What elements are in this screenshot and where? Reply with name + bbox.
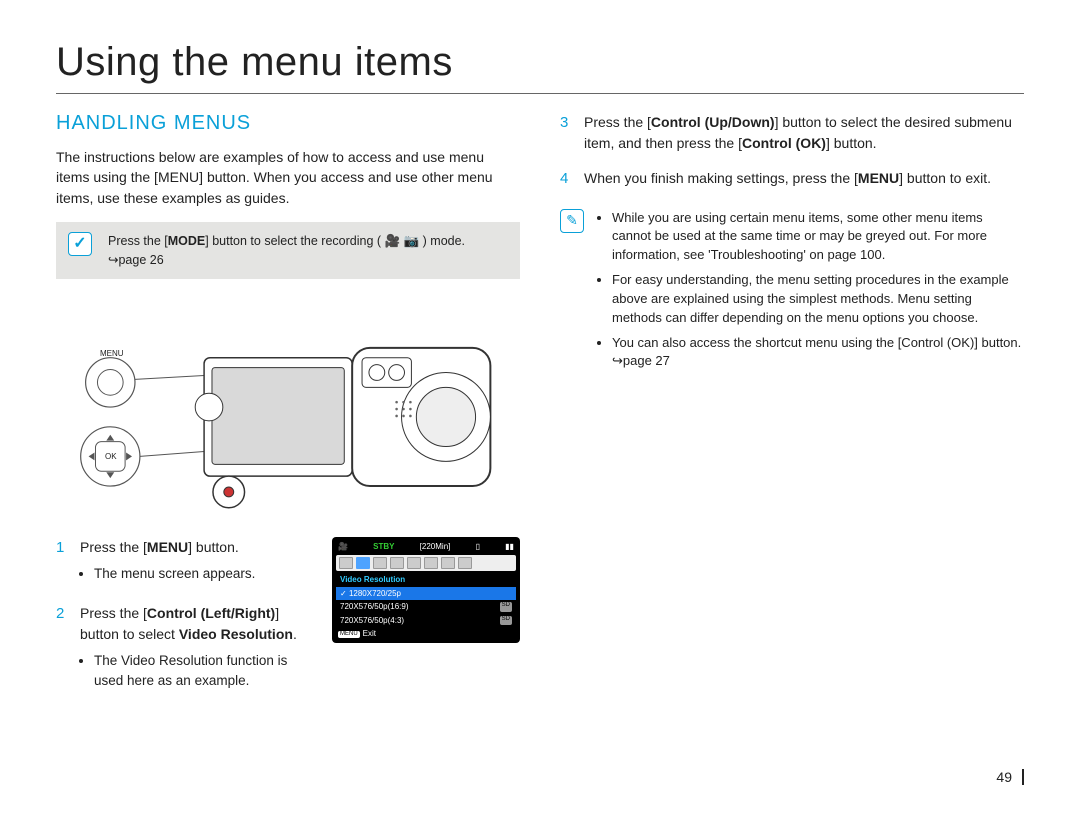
step-body: When you finish making settings, press t… (584, 168, 1024, 191)
page-ref: ↪page 26 (108, 253, 164, 267)
menu-label: MENU (100, 349, 124, 358)
mode-tip-text: Press the [MODE] button to select the re… (108, 232, 506, 270)
step-number: 4 (560, 168, 574, 191)
right-steps: 3 Press the [Control (Up/Down)] button t… (560, 112, 1024, 191)
intro-paragraph: The instructions below are examples of h… (56, 147, 520, 208)
video-icon: 🎥 (385, 234, 401, 248)
lcd-menu-item[interactable]: ✓ 1280X720/25p (336, 587, 516, 601)
step-3: 3 Press the [Control (Up/Down)] button t… (560, 112, 1024, 154)
rec-icon: 🎥 (338, 542, 348, 552)
camera-lcd-mock: 🎥 STBY [220Min] ▯ ▮▮ Video Resolution ✓ … (332, 537, 520, 643)
lcd-exit-label: Exit (363, 629, 376, 639)
right-column: 3 Press the [Control (Up/Down)] button t… (560, 112, 1024, 709)
lcd-menu-header: Video Resolution (336, 573, 516, 587)
step-2: 2 Press the [Control (Left/Right)] butto… (56, 603, 320, 696)
battery-icon: ▮▮ (505, 542, 514, 552)
stby-indicator: STBY (373, 542, 394, 552)
step-number: 1 (56, 537, 70, 588)
manual-page: Using the menu items HANDLING MENUS The … (0, 0, 1080, 825)
notes-list: While you are using certain menu items, … (596, 209, 1024, 378)
step-body: Press the [MENU] button. The menu screen… (80, 537, 320, 588)
camcorder-illustration: MENU OK (56, 297, 520, 527)
lcd-exit-row: MENU Exit (336, 627, 516, 639)
ok-label: OK (105, 452, 117, 461)
step-number: 2 (56, 603, 70, 696)
step-body: Press the [Control (Up/Down)] button to … (584, 112, 1024, 154)
check-icon: ✓ (68, 232, 92, 256)
step-number: 3 (560, 112, 574, 154)
section-heading: HANDLING MENUS (56, 112, 520, 135)
lcd-tab-row (336, 555, 516, 571)
lcd-menu-item[interactable]: 720X576/50p(16:9)SD (336, 600, 516, 614)
left-column: HANDLING MENUS The instructions below ar… (56, 112, 520, 709)
page-title: Using the menu items (56, 40, 1024, 94)
left-steps: 1 Press the [MENU] button. The menu scre… (56, 537, 320, 709)
note-item: While you are using certain menu items, … (612, 209, 1024, 266)
step-body: Press the [Control (Left/Right)] button … (80, 603, 320, 696)
step-1: 1 Press the [MENU] button. The menu scre… (56, 537, 320, 588)
note-item: For easy understanding, the menu setting… (612, 271, 1024, 328)
left-bottom-row: 1 Press the [MENU] button. The menu scre… (56, 537, 520, 709)
page-number: 49 (996, 769, 1024, 785)
step-4: 4 When you finish making settings, press… (560, 168, 1024, 191)
lcd-menu-item[interactable]: 720X576/50p(4:3)SD (336, 614, 516, 628)
note-icon: ✎ (560, 209, 584, 233)
notes-block: ✎ While you are using certain menu items… (560, 209, 1024, 378)
content-columns: HANDLING MENUS The instructions below ar… (56, 112, 1024, 709)
time-remaining: [220Min] (420, 542, 451, 552)
mode-tip-box: ✓ Press the [MODE] button to select the … (56, 222, 520, 280)
note-item: You can also access the shortcut menu us… (612, 334, 1024, 372)
card-icon: ▯ (476, 542, 480, 552)
lcd-menu-button-label: MENU (338, 631, 360, 638)
photo-icon: 📷 (404, 234, 420, 248)
